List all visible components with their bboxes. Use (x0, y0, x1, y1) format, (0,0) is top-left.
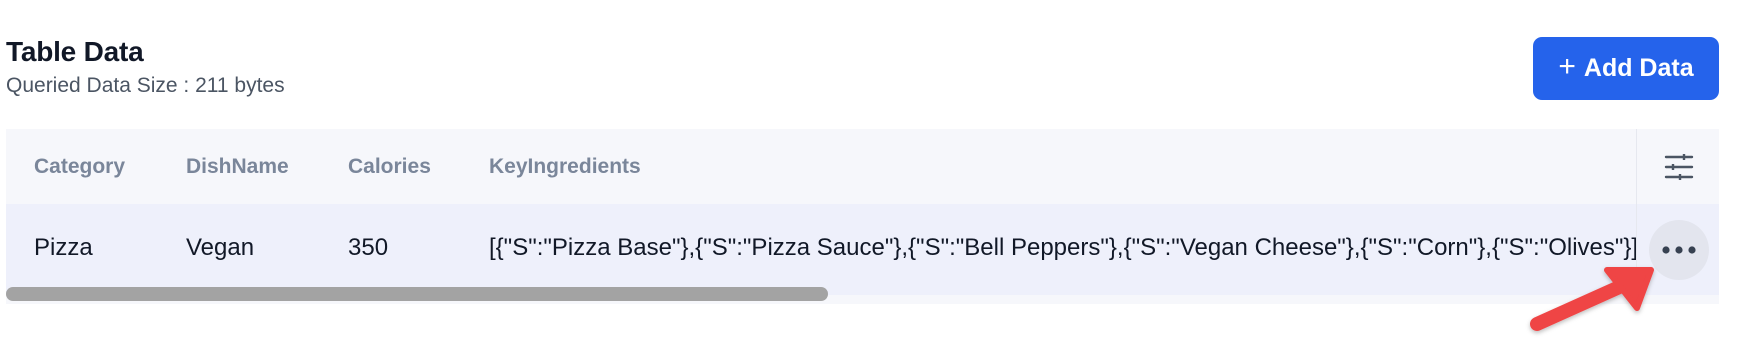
cell-category: Pizza (34, 234, 93, 261)
add-data-button[interactable]: + Add Data (1533, 37, 1719, 100)
plus-icon: + (1558, 50, 1576, 83)
horizontal-scrollbar[interactable] (6, 287, 828, 301)
cell-dishname: Vegan (186, 234, 255, 261)
sliders-icon (1664, 153, 1693, 180)
column-header-dishname[interactable]: DishName (186, 155, 289, 179)
data-table: Category DishName Calories KeyIngredient… (6, 129, 1719, 304)
column-header-calories[interactable]: Calories (348, 155, 431, 179)
table-data-page: Table Data Queried Data Size : 211 bytes… (0, 0, 1746, 360)
column-settings-button[interactable] (1637, 129, 1719, 204)
add-data-label: Add Data (1583, 54, 1694, 82)
cell-calories: 350 (348, 234, 389, 261)
column-header-keyingredients[interactable]: KeyIngredients (489, 155, 641, 179)
table-row[interactable]: Pizza Vegan 350 [{"S":"Pizza Base"},{"S"… (6, 204, 1719, 295)
cell-keyingredients: [{"S":"Pizza Base"},{"S":"Pizza Sauce"},… (489, 234, 1636, 261)
red-arrow-icon (1530, 267, 1654, 331)
more-horizontal-icon (1661, 245, 1696, 254)
data-size-label: Queried Data Size : 211 bytes (6, 74, 285, 97)
table-header: Category DishName Calories KeyIngredient… (6, 129, 1719, 204)
column-header-category[interactable]: Category (34, 155, 125, 179)
page-title: Table Data (6, 36, 144, 67)
